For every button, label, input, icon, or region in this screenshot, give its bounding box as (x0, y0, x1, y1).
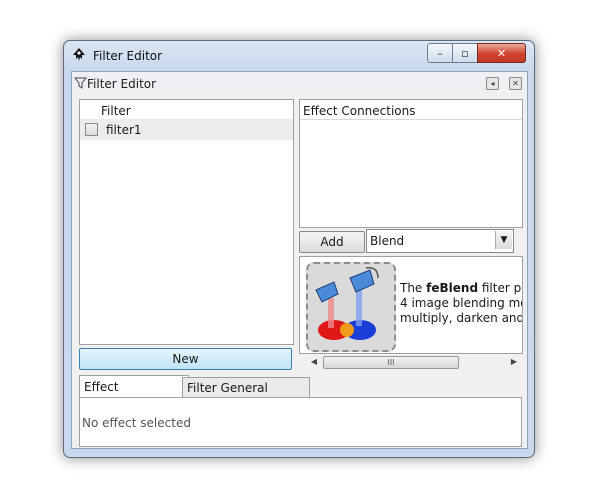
effect-info-panel: The feBlend filter prim 4 image blending… (299, 256, 523, 354)
add-effect-button[interactable]: Add Effect: (299, 231, 365, 269)
scrollbar-thumb[interactable]: III (323, 356, 459, 369)
inkscape-app-icon (73, 48, 85, 61)
scroll-left-icon[interactable]: ◀ (307, 355, 321, 369)
scroll-right-icon[interactable]: ▶ (507, 355, 521, 369)
dialog-body: Filter Editor ◂ ✕ Filter filter1 New Eff… (71, 71, 528, 449)
maximize-icon: ▫ (461, 46, 469, 60)
filter-funnel-icon (74, 77, 87, 89)
minimize-button[interactable]: – (427, 43, 453, 63)
filter-editor-window: Filter Editor – ▫ ✕ Filter Editor ◂ ✕ Fi… (63, 40, 535, 458)
empty-state-message: No effect selected (82, 416, 191, 430)
dock-close-button[interactable]: ✕ (509, 77, 522, 90)
dock-iconify-button[interactable]: ◂ (486, 77, 499, 90)
filter-list[interactable]: Filter filter1 (79, 99, 294, 345)
effect-connections-label: Effect Connections (303, 104, 416, 118)
maximize-button[interactable]: ▫ (452, 43, 478, 63)
tab-filter-general-settings[interactable]: Filter General Settings (182, 377, 310, 415)
effect-description: The feBlend filter prim 4 image blending… (400, 281, 523, 325)
filter-name: filter1 (106, 123, 142, 137)
effect-parameters-panel: No effect selected (79, 397, 522, 447)
effect-connections-header: Effect Connections (300, 100, 522, 120)
filter-column-header[interactable]: Filter (80, 100, 293, 120)
window-title: Filter Editor (93, 49, 163, 63)
close-icon: ✕ (496, 46, 507, 60)
effect-name: feBlend (426, 281, 479, 295)
arrow-left-icon: ◂ (490, 79, 495, 88)
filter-row[interactable]: filter1 (80, 119, 293, 140)
dropdown-arrow-icon[interactable]: ▼ (495, 231, 512, 249)
filter-enabled-checkbox[interactable] (85, 123, 98, 136)
horizontal-scrollbar[interactable]: ◀ III ▶ (307, 355, 521, 369)
paint-buckets-icon (315, 266, 379, 340)
new-filter-button[interactable]: New (79, 348, 292, 370)
grip-icon: III (387, 358, 395, 367)
new-filter-label: New (172, 352, 199, 366)
close-button[interactable]: ✕ (477, 43, 526, 63)
effect-connections-panel[interactable]: Effect Connections (299, 99, 523, 228)
dock-title: Filter Editor (87, 77, 157, 91)
minimize-icon: – (437, 46, 443, 60)
blend-illustration (306, 262, 396, 352)
filter-column-label: Filter (101, 104, 131, 118)
tab-effect-parameters[interactable]: Effect parameters (79, 375, 189, 416)
title-bar[interactable]: Filter Editor – ▫ ✕ (64, 41, 534, 71)
dock-header: Filter Editor ◂ ✕ (72, 72, 527, 94)
effect-type-value: Blend (370, 234, 405, 248)
effect-type-dropdown[interactable]: Blend ▼ (366, 229, 514, 253)
close-icon: ✕ (512, 79, 519, 88)
